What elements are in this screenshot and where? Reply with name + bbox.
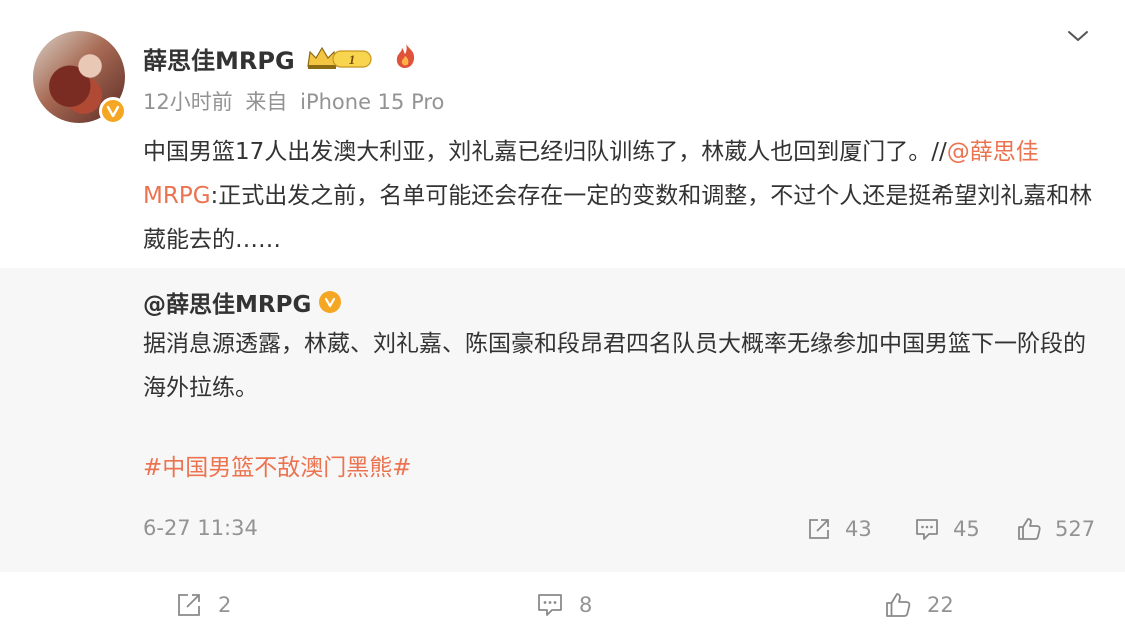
comment-button[interactable]: 8 [535,590,592,620]
repost-share-button[interactable]: 43 [805,514,872,544]
repost-share-count: 43 [845,517,872,541]
reposted-card[interactable]: @薛思佳MRPG 据消息源透露，林葳、刘礼嘉、陈国豪和段昂君四名队员大概率无缘参… [0,268,1125,572]
repost-like-count: 527 [1055,517,1096,541]
share-count: 2 [218,593,232,617]
share-button[interactable]: 2 [174,590,231,620]
like-button[interactable]: 22 [883,590,954,620]
share-icon [809,519,829,539]
author-name[interactable]: 薛思佳MRPG [143,41,295,76]
post-text-quote: :正式出发之前，名单可能还会存在一定的变数和调整，不过个人还是挺希望刘礼嘉和林葳… [143,183,1093,253]
repost-body: 据消息源透露，林葳、刘礼嘉、陈国豪和段昂君四名队员大概率无缘参加中国男篮下一阶段… [143,331,1086,401]
repost-comment-button[interactable]: 45 [913,514,980,544]
like-count: 22 [927,593,954,617]
post-meta: 12小时前 来自 iPhone 15 Pro [143,86,450,116]
fire-icon[interactable] [393,42,419,74]
thumbs-up-icon [1018,518,1041,540]
svg-text:1: 1 [348,52,355,67]
verified-icon [319,291,342,313]
avatar[interactable] [33,31,127,125]
action-bar: 2 8 22 [0,572,1125,636]
post-body: 中国男篮17人出发澳大利亚，刘礼嘉已经归队训练了，林葳人也回到厦门了。//@薛思… [143,130,1093,262]
post-text-main: 中国男篮17人出发澳大利亚，刘礼嘉已经归队训练了，林葳人也回到厦门了。// [143,139,947,165]
verified-icon [99,97,127,125]
hashtag-link[interactable]: #中国男篮不敌澳门黑熊# [143,448,412,482]
comment-icon [916,519,938,540]
author-row: 薛思佳MRPG 1 [143,40,419,76]
post-time: 12小时前 [143,90,233,114]
repost-comment-count: 45 [953,517,980,541]
chevron-down-icon[interactable] [1066,26,1090,46]
repost-footer: 6-27 11:34 43 45 527 [143,514,1095,544]
source-prefix: 来自 [245,90,288,114]
repost-like-button[interactable]: 527 [1015,514,1095,544]
vip-crown-icon[interactable]: 1 [305,44,373,72]
comment-icon [538,594,562,616]
repost-author-name[interactable]: @薛思佳MRPG [143,285,311,319]
comment-count: 8 [579,593,593,617]
share-icon [178,594,200,616]
weibo-post: 薛思佳MRPG 1 12小时前 来自 iPhone 15 Pro 中国男篮17人… [0,0,1125,268]
thumbs-up-icon [886,593,911,617]
repost-timestamp: 6-27 11:34 [143,516,258,540]
source-device: iPhone 15 Pro [300,90,445,114]
repost-author-row: @薛思佳MRPG [143,285,342,319]
